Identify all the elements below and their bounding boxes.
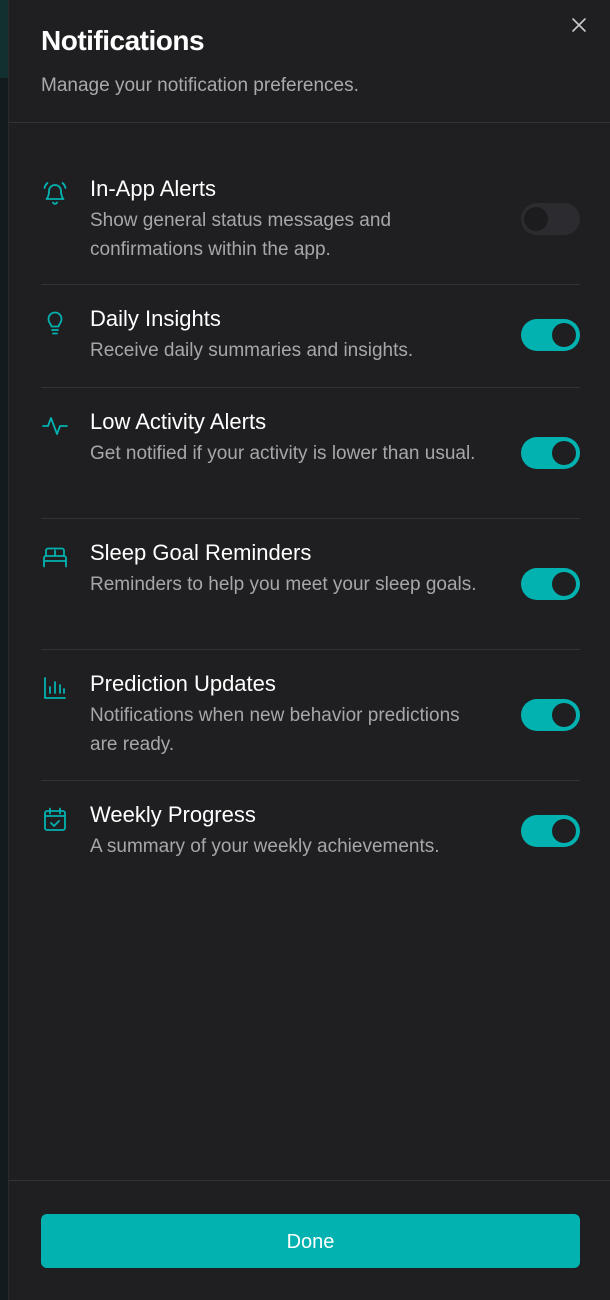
weekly-progress-toggle[interactable]	[521, 815, 580, 847]
panel-footer: Done	[9, 1180, 610, 1300]
lightbulb-icon	[41, 309, 69, 337]
setting-text: Daily Insights Receive daily summaries a…	[90, 305, 490, 365]
setting-description: Get notified if your activity is lower t…	[90, 443, 476, 464]
bar-chart-icon	[41, 674, 69, 702]
setting-row-weekly-progress: Weekly Progress A summary of your weekly…	[41, 781, 580, 881]
daily-insights-toggle[interactable]	[521, 319, 580, 351]
setting-description: Receive daily summaries and insights.	[90, 340, 414, 361]
close-icon	[572, 18, 586, 32]
setting-label: Low Activity Alerts	[90, 409, 267, 434]
setting-label: Sleep Goal Reminders	[90, 540, 312, 565]
activity-pulse-icon	[41, 412, 69, 440]
toggle-knob	[524, 207, 548, 231]
setting-text: In-App Alerts Show general status messag…	[90, 175, 490, 264]
setting-label: In-App Alerts	[90, 176, 216, 201]
setting-label: Daily Insights	[90, 306, 221, 331]
setting-text: Prediction Updates Notifications when ne…	[90, 670, 490, 759]
setting-description: Notifications when new behavior predicti…	[90, 705, 460, 755]
panel-header: Notifications Manage your notification p…	[9, 0, 610, 123]
settings-list: In-App Alerts Show general status messag…	[41, 155, 580, 881]
setting-row-in-app-alerts: In-App Alerts Show general status messag…	[41, 155, 580, 285]
toggle-knob	[552, 441, 576, 465]
bed-icon	[41, 543, 69, 571]
done-button[interactable]: Done	[41, 1214, 580, 1268]
setting-text: Sleep Goal Reminders Reminders to help y…	[90, 539, 490, 599]
in-app-alerts-toggle[interactable]	[521, 203, 580, 235]
page-subtitle: Manage your notification preferences.	[41, 75, 359, 96]
sleep-goal-reminders-toggle[interactable]	[521, 568, 580, 600]
toggle-knob	[552, 323, 576, 347]
page-title: Notifications	[41, 25, 205, 56]
setting-text: Weekly Progress A summary of your weekly…	[90, 801, 490, 861]
bell-ringing-icon	[41, 179, 69, 207]
setting-row-daily-insights: Daily Insights Receive daily summaries a…	[41, 285, 580, 388]
toggle-knob	[552, 572, 576, 596]
setting-text: Low Activity Alerts Get notified if your…	[90, 408, 490, 468]
toggle-knob	[552, 819, 576, 843]
toggle-knob	[552, 703, 576, 727]
setting-description: Reminders to help you meet your sleep go…	[90, 574, 477, 595]
notifications-panel: Notifications Manage your notification p…	[8, 0, 610, 1300]
setting-label: Prediction Updates	[90, 671, 276, 696]
setting-row-sleep-goal-reminders: Sleep Goal Reminders Reminders to help y…	[41, 519, 580, 650]
setting-description: A summary of your weekly achievements.	[90, 836, 440, 857]
setting-row-low-activity-alerts: Low Activity Alerts Get notified if your…	[41, 388, 580, 519]
setting-label: Weekly Progress	[90, 802, 256, 827]
backdrop	[0, 0, 8, 1300]
close-button[interactable]	[569, 15, 589, 35]
prediction-updates-toggle[interactable]	[521, 699, 580, 731]
calendar-check-icon	[41, 805, 69, 833]
low-activity-alerts-toggle[interactable]	[521, 437, 580, 469]
setting-row-prediction-updates: Prediction Updates Notifications when ne…	[41, 650, 580, 781]
setting-description: Show general status messages and confirm…	[90, 210, 392, 260]
